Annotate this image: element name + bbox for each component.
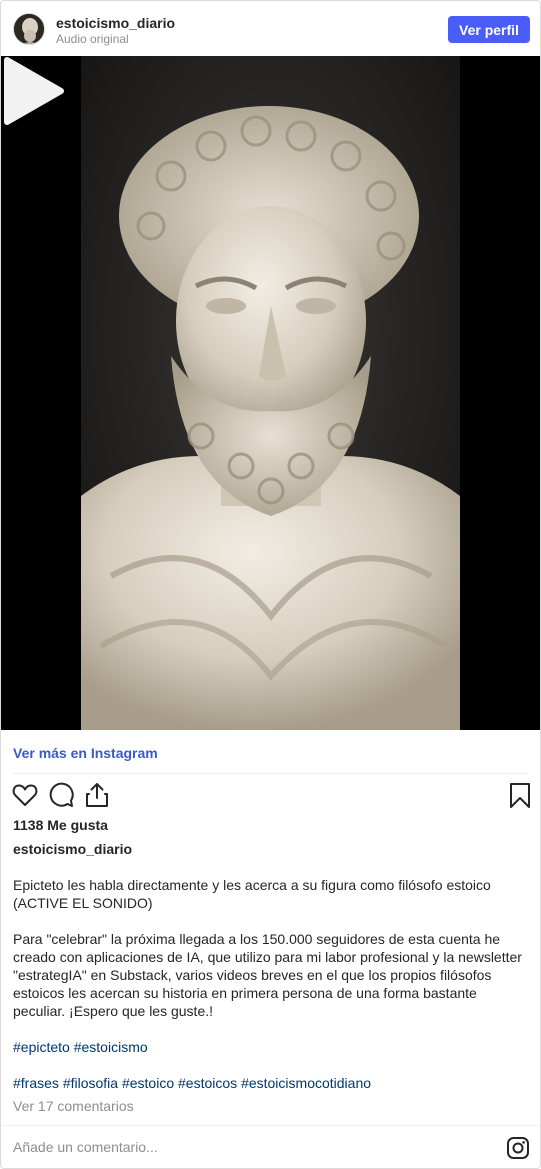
caption-username[interactable]: estoicismo_diario bbox=[13, 841, 132, 857]
bust-image bbox=[81, 56, 460, 730]
video-player[interactable] bbox=[1, 56, 540, 730]
hashtag-link[interactable]: #estoicos bbox=[178, 1075, 237, 1091]
caption-paragraph: Para "celebrar" la próxima llegada a los… bbox=[13, 931, 522, 1019]
hashtag-link[interactable]: #estoicismo bbox=[74, 1039, 148, 1055]
hashtag-line: #frases #filosofia #estoico #estoicos #e… bbox=[13, 1074, 528, 1092]
caption-paragraph: Epicteto les habla directamente y les ac… bbox=[13, 877, 491, 911]
post-header: estoicismo_diario Audio original Ver per… bbox=[1, 1, 540, 56]
caption-text: Epicteto les habla directamente y les ac… bbox=[13, 876, 528, 1092]
hashtag-link[interactable]: #estoicismocotidiano bbox=[241, 1075, 371, 1091]
see-more-link[interactable]: Ver más en Instagram bbox=[13, 745, 158, 761]
view-profile-button[interactable]: Ver perfil bbox=[448, 16, 530, 43]
add-comment-row: Añade un comentario... bbox=[1, 1125, 540, 1168]
play-icon[interactable] bbox=[1, 56, 65, 126]
likes-count[interactable]: 1138 Me gusta bbox=[13, 817, 108, 833]
comment-icon[interactable] bbox=[47, 781, 75, 809]
hashtag-link[interactable]: #filosofia bbox=[63, 1075, 118, 1091]
share-icon[interactable] bbox=[83, 781, 111, 809]
header-username[interactable]: estoicismo_diario bbox=[56, 15, 175, 31]
hashtag-link[interactable]: #estoico bbox=[122, 1075, 174, 1091]
hashtag-link[interactable]: #frases bbox=[13, 1075, 59, 1091]
bookmark-icon[interactable] bbox=[506, 781, 534, 809]
avatar[interactable] bbox=[13, 13, 45, 45]
instagram-logo-icon[interactable] bbox=[506, 1136, 530, 1160]
audio-label[interactable]: Audio original bbox=[56, 32, 129, 46]
divider bbox=[13, 773, 528, 774]
action-bar bbox=[1, 781, 540, 813]
heart-icon[interactable] bbox=[11, 781, 39, 809]
instagram-embed-card: estoicismo_diario Audio original Ver per… bbox=[0, 0, 541, 1169]
hashtag-line: #epicteto #estoicismo bbox=[13, 1038, 528, 1056]
view-comments-link[interactable]: Ver 17 comentarios bbox=[13, 1098, 134, 1114]
hashtag-link[interactable]: #epicteto bbox=[13, 1039, 70, 1055]
add-comment-input[interactable]: Añade un comentario... bbox=[13, 1139, 158, 1155]
